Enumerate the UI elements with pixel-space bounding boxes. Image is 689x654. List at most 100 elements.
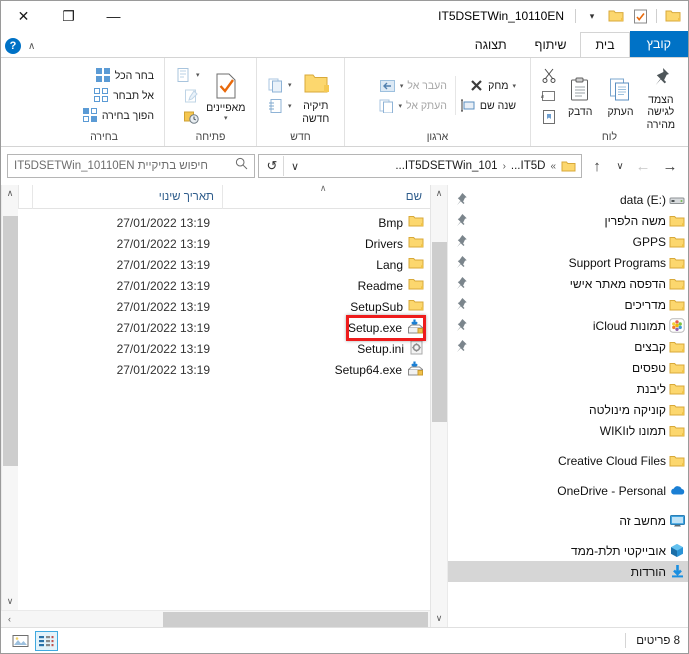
tab-home[interactable]: בית	[580, 32, 630, 57]
file-scroll-down-button[interactable]: ∨	[2, 593, 19, 610]
file-name-cell[interactable]: Drivers	[222, 235, 430, 252]
search-input[interactable]: חיפוש בתיקיית IT5DSETWin_10110EN	[14, 160, 230, 172]
nav-item-13[interactable]: OneDrive - Personal	[448, 480, 688, 501]
address-folder-icon[interactable]	[557, 155, 579, 177]
new-folder-button[interactable]: תיקיה חדשה	[296, 66, 336, 125]
large-icons-view-button[interactable]	[9, 631, 32, 651]
table-row[interactable]: Setup.ini 27/01/2022 13:19	[18, 338, 430, 359]
nav-scroll-up-button[interactable]: ∧	[431, 185, 448, 202]
nav-item-2[interactable]: GPPS	[448, 231, 688, 252]
table-row[interactable]: Drivers 27/01/2022 13:19	[18, 233, 430, 254]
qat-folder-right-icon[interactable]	[662, 5, 684, 27]
column-header-date[interactable]: תאריך שינוי	[32, 184, 222, 209]
cut-button[interactable]	[539, 65, 559, 84]
navigation-scrollbar[interactable]: ∧ ∨	[431, 185, 448, 627]
file-name-cell[interactable]: Setup64.exe	[222, 361, 430, 379]
edit-button[interactable]	[173, 86, 202, 105]
delete-dropdown-caret[interactable]: ▾	[512, 82, 516, 90]
nav-scroll-down-button[interactable]: ∨	[431, 610, 448, 627]
help-icon[interactable]: ?	[5, 38, 21, 54]
nav-item-8[interactable]: טפסים	[448, 357, 688, 378]
breadcrumb-dropdown-icon[interactable]: ∨	[284, 155, 306, 177]
copy-to-caret[interactable]: ▾	[399, 102, 403, 110]
nav-item-6[interactable]: תמונות iCloud	[448, 315, 688, 336]
forward-button[interactable]: →	[658, 154, 682, 178]
breadcrumb[interactable]: » ...IT5D ‹ ...IT5DSETWin_101 ∨ ↺	[258, 154, 582, 178]
minimize-button[interactable]: —	[91, 1, 136, 31]
up-button[interactable]: ↑	[585, 154, 609, 178]
tab-file[interactable]: קובץ	[629, 31, 688, 57]
tab-view[interactable]: תצוגה	[461, 32, 521, 57]
file-scroll-track[interactable]	[2, 202, 18, 593]
new-folder-qat-icon[interactable]	[605, 5, 627, 27]
file-name-cell[interactable]: Setup.exe	[222, 319, 430, 337]
file-list-hscrollbar[interactable]: ‹ ›	[1, 610, 430, 627]
select-all-button[interactable]: בחר הכל	[81, 66, 156, 85]
recent-locations-button[interactable]: ∨	[612, 154, 628, 178]
nav-item-12[interactable]: Creative Cloud Files	[448, 450, 688, 471]
copy-to-button[interactable]: העתק אל ▾	[376, 96, 449, 115]
nav-item-16[interactable]: הורדות	[448, 561, 688, 582]
file-name-cell[interactable]: Readme	[222, 277, 430, 294]
refresh-icon[interactable]: ↺	[261, 155, 283, 177]
file-name-cell[interactable]: SetupSub	[222, 298, 430, 315]
maximize-button[interactable]: ❐	[46, 1, 91, 31]
table-row[interactable]: Lang 27/01/2022 13:19	[18, 254, 430, 275]
open-caret[interactable]: ▾	[196, 71, 200, 79]
file-list-scrollbar[interactable]: ∧ ∨	[1, 185, 18, 610]
open-button[interactable]: ▾	[173, 65, 202, 84]
properties-caret[interactable]: ▾	[224, 115, 228, 123]
customize-qat-button[interactable]: ▾	[581, 5, 603, 27]
breadcrumb-item-1[interactable]: ...IT5DSETWin_101	[391, 160, 501, 172]
nav-item-5[interactable]: מדריכים	[448, 294, 688, 315]
nav-scroll-track[interactable]	[431, 202, 447, 610]
column-header-name[interactable]: שם ∧	[222, 183, 430, 209]
table-row[interactable]: SetupSub 27/01/2022 13:19	[18, 296, 430, 317]
pin-to-quick-access-button[interactable]: הצמד לגישה מהירה	[642, 60, 680, 131]
move-to-caret[interactable]: ▾	[400, 82, 404, 90]
paste-shortcut-button[interactable]	[539, 107, 559, 126]
new-item-button[interactable]: ▾	[265, 76, 294, 95]
hscroll-track[interactable]	[18, 611, 428, 627]
search-box[interactable]: חיפוש בתיקיית IT5DSETWin_10110EN	[7, 154, 255, 178]
table-row[interactable]: Setup.exe 27/01/2022 13:19	[18, 317, 430, 338]
delete-button[interactable]: ▾ מחק	[458, 76, 518, 95]
easy-access-caret[interactable]: ▾	[288, 102, 292, 110]
invert-selection-button[interactable]: הפוך בחירה	[81, 106, 156, 125]
file-name-cell[interactable]: Bmp	[222, 214, 430, 231]
table-row[interactable]: Setup64.exe 27/01/2022 13:19	[18, 359, 430, 380]
close-button[interactable]: ✕	[1, 1, 46, 31]
properties-qat-icon[interactable]	[629, 5, 651, 27]
file-name-cell[interactable]: Setup.ini	[222, 340, 430, 358]
breadcrumb-overflow[interactable]: »	[549, 161, 557, 172]
easy-access-button[interactable]: ▾	[265, 97, 294, 116]
file-scroll-thumb[interactable]	[3, 216, 18, 466]
nav-item-14[interactable]: מחשב זה	[448, 510, 688, 531]
rename-button[interactable]: שנה שם	[458, 96, 518, 115]
hscroll-thumb[interactable]	[163, 612, 428, 627]
nav-scroll-thumb[interactable]	[432, 242, 447, 422]
back-button[interactable]: ←	[631, 154, 655, 178]
hscroll-left-button[interactable]: ‹	[1, 611, 18, 628]
history-button[interactable]	[173, 107, 202, 126]
collapse-ribbon-icon[interactable]: ∧	[28, 41, 35, 52]
nav-item-11[interactable]: תמונו לוWIKI	[448, 420, 688, 441]
file-name-cell[interactable]: Lang	[222, 256, 430, 273]
table-row[interactable]: Readme 27/01/2022 13:19	[18, 275, 430, 296]
new-item-caret[interactable]: ▾	[288, 81, 292, 89]
nav-item-3[interactable]: Support Programs	[448, 252, 688, 273]
nav-item-4[interactable]: הדפסה מאתר אישי	[448, 273, 688, 294]
nav-item-10[interactable]: קוניקה מינולטה	[448, 399, 688, 420]
nav-item-7[interactable]: קבצים	[448, 336, 688, 357]
properties-button[interactable]: מאפיינים ▾	[204, 68, 248, 122]
file-scroll-up-button[interactable]: ∧	[2, 185, 19, 202]
nav-item-9[interactable]: ליבנת	[448, 378, 688, 399]
copy-path-button[interactable]: w...	[539, 86, 559, 105]
nav-item-0[interactable]: data (E:)	[448, 189, 688, 210]
paste-button[interactable]: הדבק	[561, 72, 599, 118]
details-view-button[interactable]	[35, 630, 58, 651]
nav-item-15[interactable]: אובייקטי תלת-ממד	[448, 540, 688, 561]
nav-item-1[interactable]: משה הלפרין	[448, 210, 688, 231]
move-to-button[interactable]: העבר אל ▾	[376, 76, 449, 95]
column-header-extra[interactable]	[18, 184, 32, 209]
